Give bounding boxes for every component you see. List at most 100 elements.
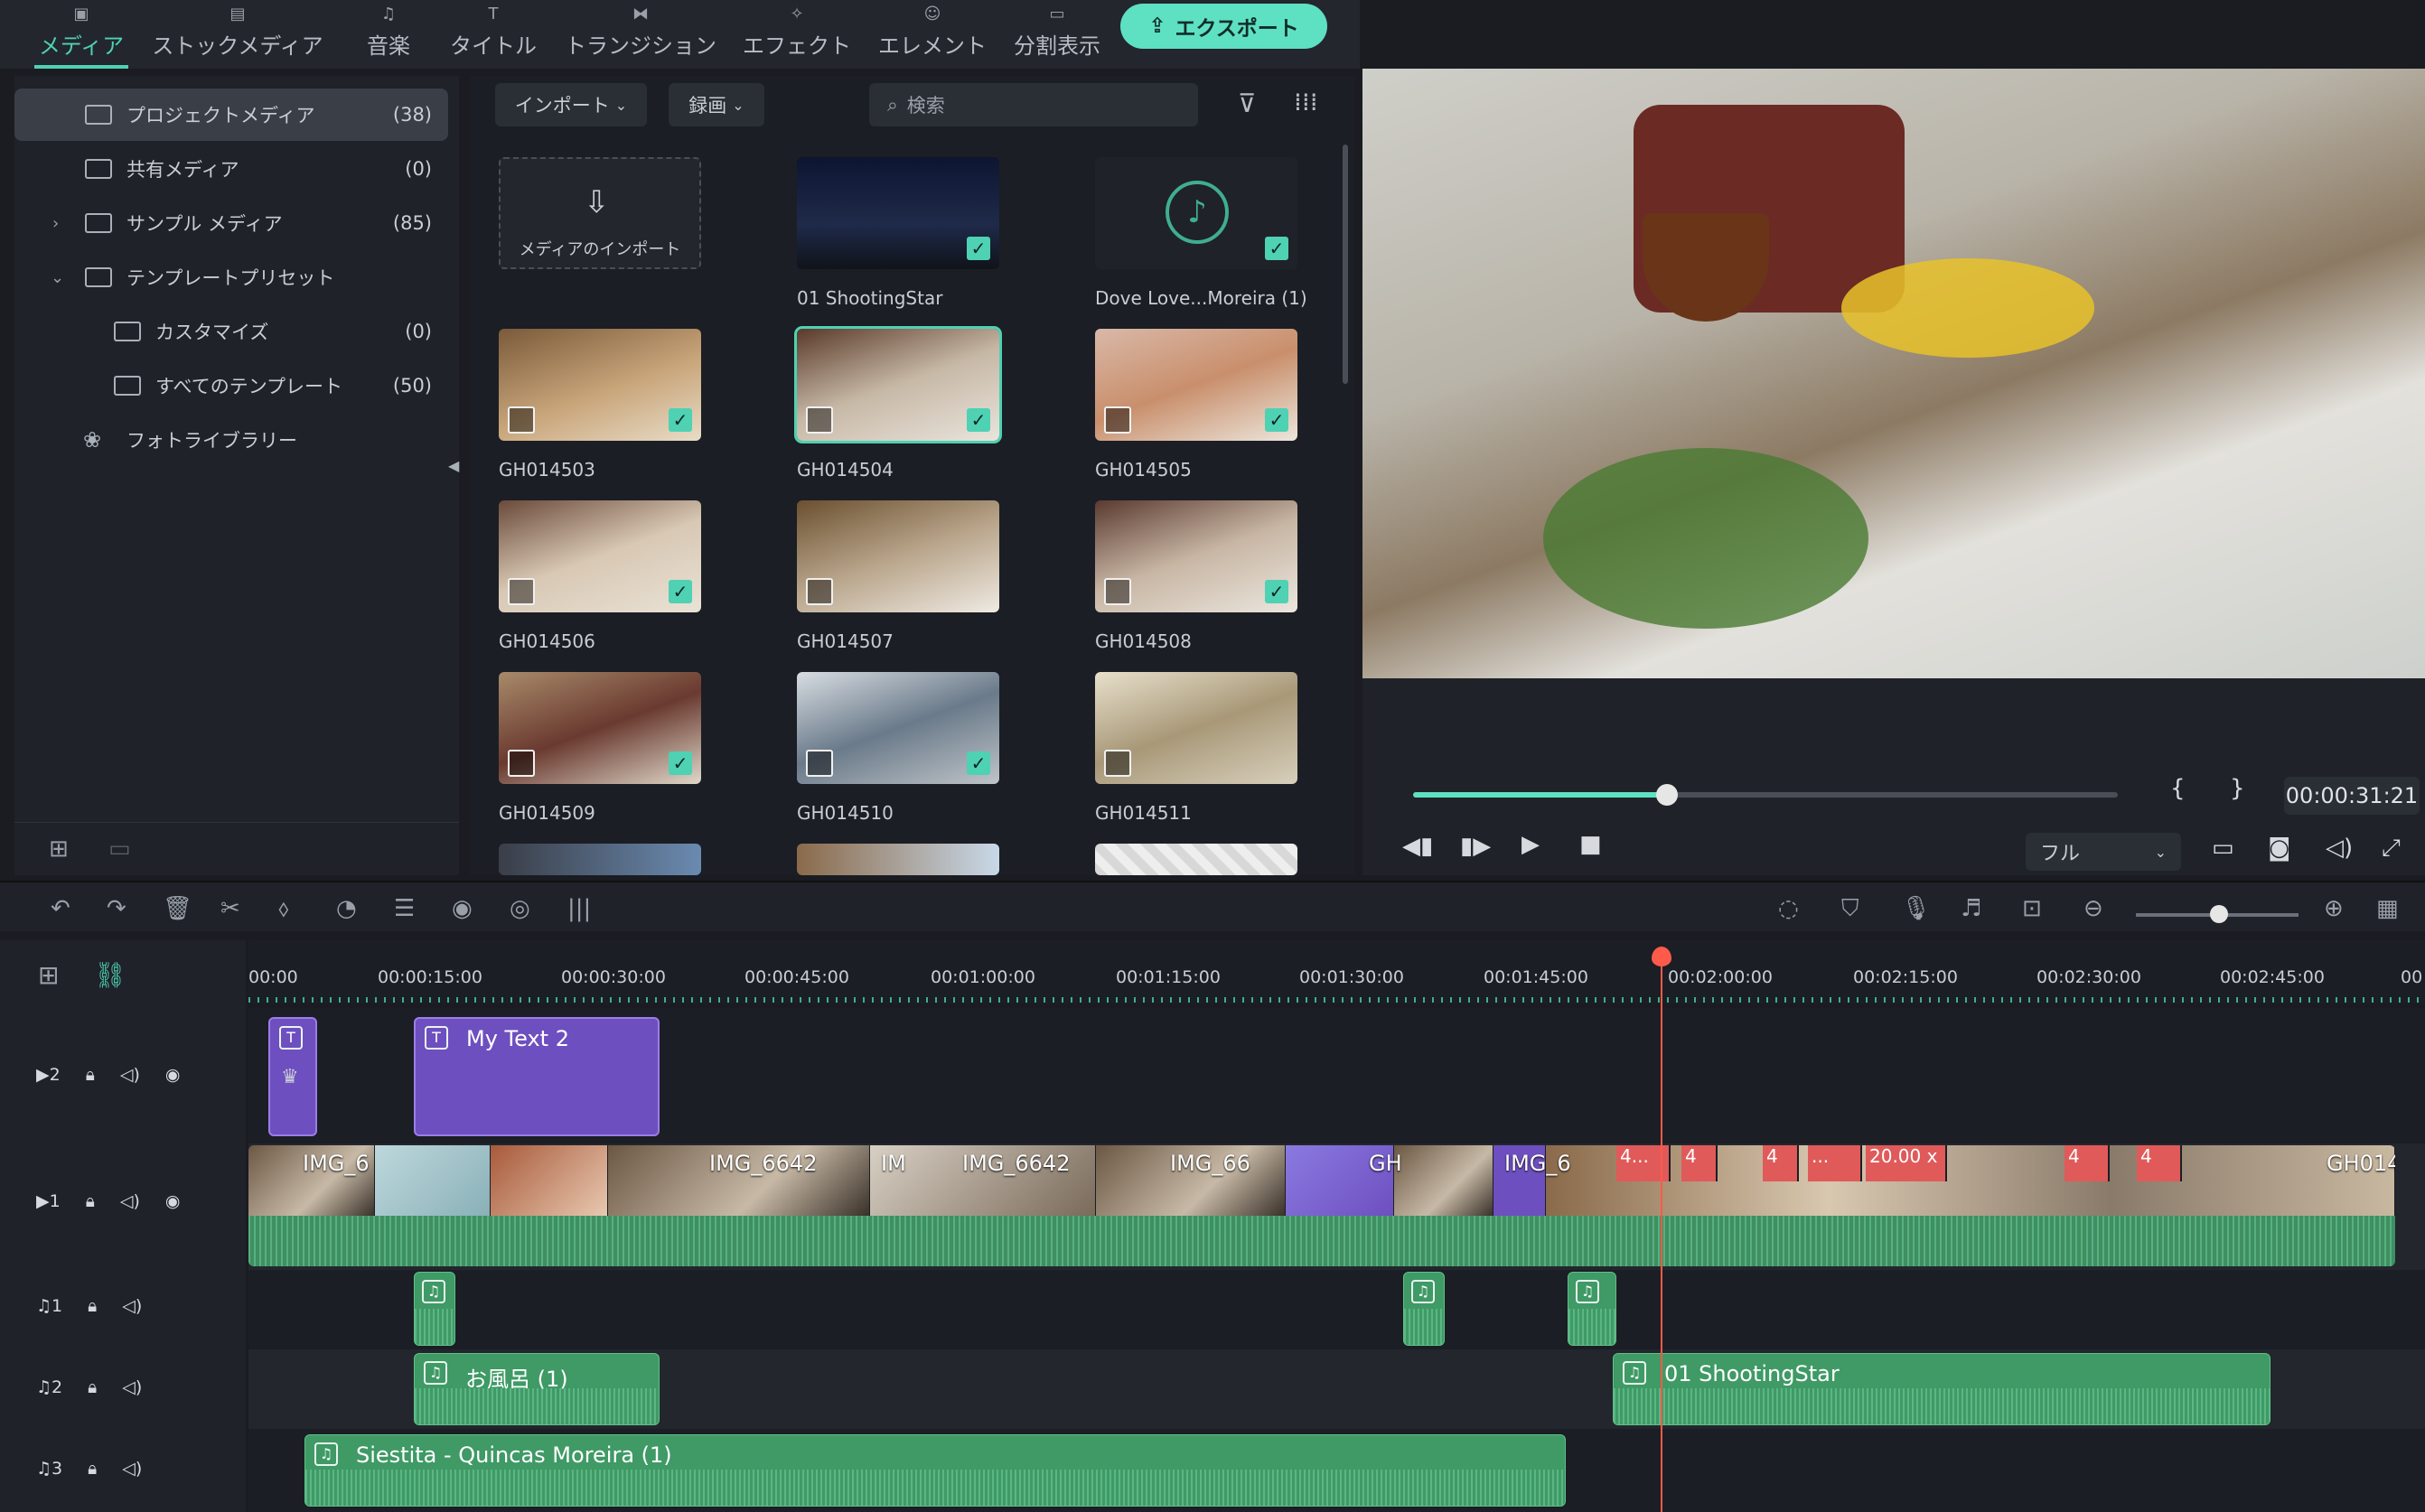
grid-view-icon[interactable]: ⁞⁞⁞ xyxy=(1294,87,1318,117)
tag-icon[interactable]: ⬨ xyxy=(278,895,289,923)
playhead[interactable] xyxy=(1661,947,1662,1512)
speaker-icon[interactable]: ◁) xyxy=(122,1459,142,1479)
speaker-icon[interactable]: ◁) xyxy=(122,1377,142,1397)
undo-icon[interactable]: ↶ xyxy=(51,895,70,922)
speed-clip[interactable]: 4 xyxy=(1681,1145,1718,1181)
tab-transitions[interactable]: ⧓ トランジション xyxy=(564,0,717,69)
link-icon[interactable]: ⛓︎ xyxy=(94,960,126,990)
audio-clip-siestita[interactable]: ♫ Siestita - Quincas Moreira (1) xyxy=(304,1434,1566,1507)
speaker-icon[interactable]: ◁) xyxy=(122,1296,142,1316)
media-scrollbar[interactable] xyxy=(1343,145,1348,384)
library-item-project-media[interactable]: プロジェクトメディア (38) xyxy=(14,89,448,141)
step-back-icon[interactable]: ◀▮ xyxy=(1402,833,1433,860)
display-icon[interactable]: ▭ xyxy=(2212,835,2234,862)
library-item-shared-media[interactable]: 共有メディア (0) xyxy=(14,143,448,195)
speed-icon[interactable]: ◔ xyxy=(336,895,357,922)
audio-clip-short[interactable]: ♫ xyxy=(1403,1272,1445,1346)
microphone-icon[interactable]: 🎙︎ xyxy=(1901,895,1931,922)
quality-select[interactable]: フル ⌄ xyxy=(2026,833,2181,871)
media-thumb-shootingstar[interactable]: ✓ xyxy=(797,157,999,269)
lock-icon[interactable]: 🔒︎ xyxy=(86,1065,95,1085)
library-item-photo-library[interactable]: ❀ フォトライブラリー xyxy=(14,414,448,466)
audio-adjust-icon[interactable]: ◉ xyxy=(452,895,473,922)
eye-icon[interactable]: ◉ xyxy=(165,1191,181,1211)
audio-clip-ofuro[interactable]: ♫ お風呂 (1) xyxy=(414,1353,660,1425)
folder-icon[interactable]: ▭ xyxy=(108,835,131,863)
speed-clip[interactable]: ... xyxy=(1808,1145,1862,1181)
mark-out-icon[interactable]: } xyxy=(2230,775,2245,802)
title-clip-my-text-2[interactable]: T My Text 2 xyxy=(414,1017,660,1136)
media-thumb-gh014507[interactable] xyxy=(797,500,999,612)
cut-icon[interactable]: ✂ xyxy=(220,895,240,922)
snapshot-icon[interactable]: ◙ xyxy=(2268,835,2290,862)
marker-icon[interactable]: ⛉ xyxy=(1841,895,1859,923)
mark-in-icon[interactable]: { xyxy=(2170,775,2186,802)
timeline-ruler[interactable]: 00:00 00:00:15:00 00:00:30:00 00:00:45:0… xyxy=(248,940,2425,1003)
audio-mixer-icon[interactable]: ♬ xyxy=(1961,895,1981,922)
render-icon[interactable]: ◌ xyxy=(1778,895,1799,922)
speed-clip[interactable]: 4 xyxy=(1763,1145,1799,1181)
step-forward-icon[interactable]: ▮▶ xyxy=(1460,833,1491,860)
volume-icon[interactable]: ◁) xyxy=(2326,835,2353,862)
title-clip-small[interactable]: T ♛ xyxy=(268,1017,317,1136)
zoom-out-icon[interactable]: ⊖ xyxy=(2083,895,2103,922)
search-input[interactable]: ⌕ 検索 xyxy=(869,83,1198,126)
redo-icon[interactable]: ↷ xyxy=(107,895,126,922)
speaker-icon[interactable]: ◁) xyxy=(120,1191,140,1211)
library-item-customize[interactable]: カスタマイズ (0) xyxy=(14,305,448,358)
import-media-tile[interactable]: ⇩ メディアのインポート xyxy=(499,157,701,269)
media-thumb-partial[interactable] xyxy=(1095,844,1297,875)
media-thumb-gh014504[interactable]: ✓ xyxy=(794,326,1002,443)
library-item-template-presets[interactable]: ⌄ テンプレートプリセット xyxy=(14,251,448,303)
lock-icon[interactable]: 🔒︎ xyxy=(88,1377,97,1397)
adjust-icon[interactable]: ☰ xyxy=(394,895,415,922)
media-thumb-gh014503[interactable]: ✓ xyxy=(499,329,701,441)
waveform-icon[interactable]: ||| xyxy=(567,895,591,922)
fit-icon[interactable]: ⊡ xyxy=(2022,895,2042,922)
fullscreen-icon[interactable]: ⤢ xyxy=(2382,835,2401,863)
tab-split-screen[interactable]: ▭ 分割表示 xyxy=(1012,0,1102,69)
audio-clip-short[interactable]: ♫ xyxy=(414,1272,455,1346)
export-button[interactable]: ⇪ エクスポート xyxy=(1120,4,1327,49)
tab-media[interactable]: ▣ メディア xyxy=(34,0,128,69)
library-item-all-templates[interactable]: すべてのテンプレート (50) xyxy=(14,359,448,412)
speed-clip[interactable]: 20.00 x xyxy=(1866,1145,1947,1181)
media-thumb-gh014510[interactable]: ✓ xyxy=(797,672,999,784)
media-thumb-dove-love[interactable]: ♪ ✓ xyxy=(1095,157,1297,269)
speaker-icon[interactable]: ◁) xyxy=(120,1065,140,1085)
media-thumb-partial[interactable] xyxy=(797,844,999,875)
seek-knob[interactable] xyxy=(1655,784,1678,806)
media-thumb-gh014511[interactable] xyxy=(1095,672,1297,784)
zoom-slider-knob[interactable] xyxy=(2210,905,2228,923)
lock-icon[interactable]: 🔒︎ xyxy=(88,1459,97,1479)
speed-clip[interactable]: 4 xyxy=(2065,1145,2110,1181)
media-thumb-gh014509[interactable]: ✓ xyxy=(499,672,701,784)
audio-clip-shootingstar[interactable]: ♫ 01 ShootingStar xyxy=(1613,1353,2271,1425)
import-dropdown[interactable]: インポート ⌄ xyxy=(495,83,647,126)
media-thumb-gh014508[interactable]: ✓ xyxy=(1095,500,1297,612)
eye-icon[interactable]: ◉ xyxy=(165,1065,181,1085)
chevron-right-icon[interactable]: › xyxy=(52,214,59,233)
tab-titles[interactable]: T タイトル xyxy=(448,0,538,69)
lock-icon[interactable]: 🔒︎ xyxy=(88,1296,97,1316)
tab-stock-media[interactable]: ▤ ストックメディア xyxy=(150,0,325,69)
media-thumb-partial[interactable] xyxy=(499,844,701,875)
playhead-handle[interactable] xyxy=(1652,947,1671,966)
add-track-icon[interactable]: ⊞ xyxy=(38,960,59,990)
new-folder-icon[interactable]: ⊞ xyxy=(49,835,69,863)
media-thumb-gh014506[interactable]: ✓ xyxy=(499,500,701,612)
media-thumb-gh014505[interactable]: ✓ xyxy=(1095,329,1297,441)
layout-icon[interactable]: ▦ xyxy=(2376,895,2399,922)
tab-elements[interactable]: ☺ エレメント xyxy=(876,0,988,69)
video-clip-strip[interactable]: IMG_6 IMG_6642 IM IMG_6642 IMG_66 GH IMG… xyxy=(248,1145,2395,1266)
speed-clip[interactable]: 4... xyxy=(1616,1145,1671,1181)
tab-effects[interactable]: ✧ エフェクト xyxy=(741,0,853,69)
stop-icon[interactable]: ■ xyxy=(1579,831,1602,858)
chevron-down-icon[interactable]: ⌄ xyxy=(51,268,64,287)
collapse-panel-icon[interactable]: ◀ xyxy=(448,457,459,474)
tts-icon[interactable]: ◎ xyxy=(510,895,530,922)
zoom-in-icon[interactable]: ⊕ xyxy=(2324,895,2344,922)
library-item-sample-media[interactable]: › サンプル メディア (85) xyxy=(14,197,448,249)
record-dropdown[interactable]: 録画 ⌄ xyxy=(669,83,764,126)
delete-icon[interactable]: 🗑︎ xyxy=(163,895,192,922)
